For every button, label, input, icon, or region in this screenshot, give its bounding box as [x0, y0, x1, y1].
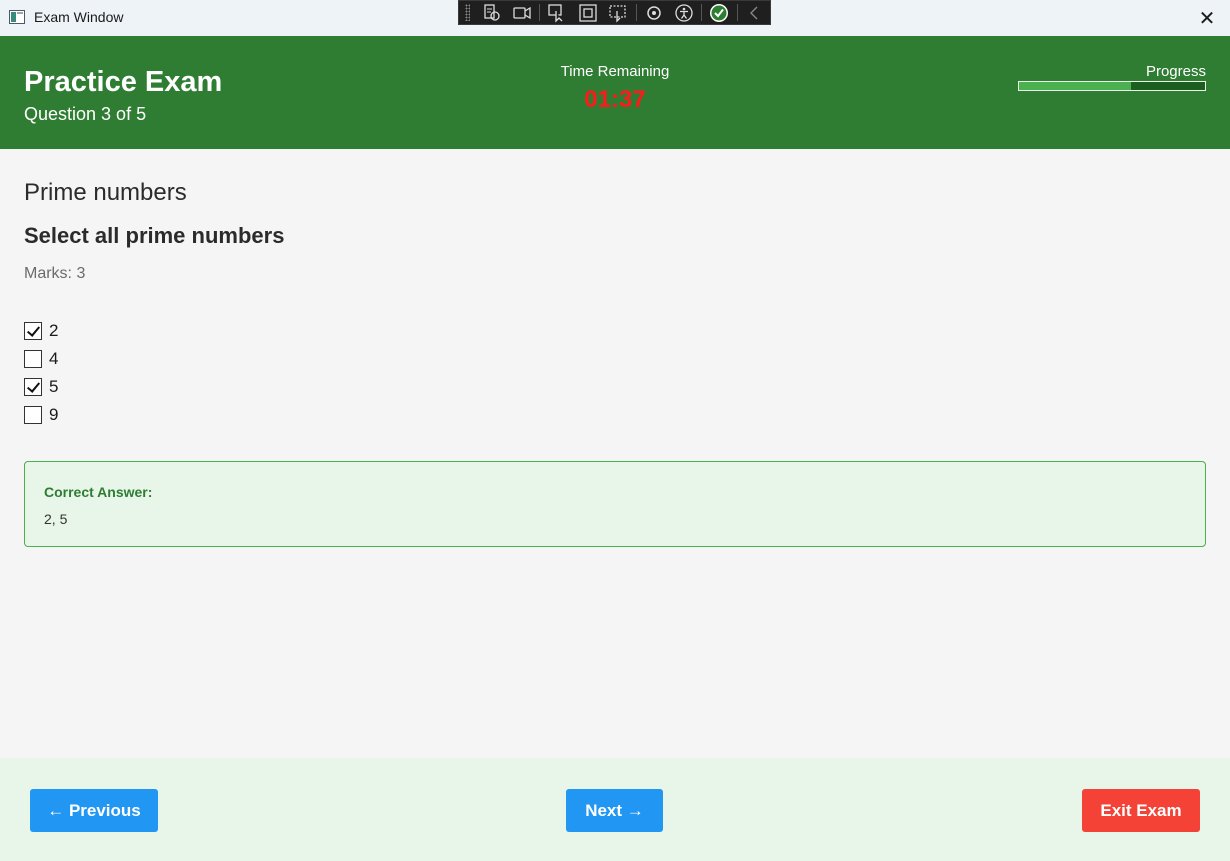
option-checkbox[interactable]: 5 [24, 373, 58, 401]
question-panel: Prime numbers Select all prime numbers M… [0, 149, 1230, 758]
frame-select-icon[interactable] [603, 0, 633, 25]
toolbar-separator [736, 4, 738, 21]
app-icon [9, 10, 25, 24]
progress-bar [1018, 81, 1206, 91]
checkbox[interactable] [24, 322, 42, 340]
progress-fill [1019, 82, 1131, 90]
option-checkbox[interactable]: 2 [24, 317, 58, 345]
exit-exam-button[interactable]: Exit Exam [1082, 789, 1200, 832]
option-label: 4 [49, 349, 59, 368]
debug-toolbar [458, 0, 771, 25]
option-label: 9 [49, 405, 59, 424]
option-checkbox[interactable]: 9 [24, 401, 58, 429]
timer-label: Time Remaining [560, 63, 670, 80]
toolbar-separator [539, 4, 541, 21]
question-marks: Marks: 3 [24, 265, 86, 282]
collapse-icon[interactable] [740, 0, 770, 25]
correct-answer-title: Correct Answer: [44, 484, 153, 500]
box-icon[interactable] [573, 0, 603, 25]
timer-value: 01:37 [584, 86, 646, 113]
question-counter: Question 3 of 5 [24, 104, 147, 124]
toolbar-grip-icon[interactable] [465, 4, 471, 21]
option-checkbox[interactable]: 4 [24, 345, 58, 373]
correct-answer-box: Correct Answer: 2, 5 [24, 461, 1206, 547]
toolbar-separator [701, 4, 703, 21]
answer-options: 2 4 5 9 [24, 317, 58, 429]
toolbar-separator [635, 4, 637, 21]
checkbox[interactable] [24, 378, 42, 396]
record-icon[interactable] [507, 0, 537, 25]
correct-answer-value: 2, 5 [44, 511, 68, 527]
question-text: Select all prime numbers [24, 223, 285, 248]
navigation-footer: ← Previous Next → Exit Exam [0, 758, 1230, 861]
pointer-icon[interactable] [542, 0, 572, 25]
previous-button[interactable]: ← Previous [30, 789, 158, 832]
checkbox[interactable] [24, 350, 42, 368]
window-title: Exam Window [34, 9, 124, 25]
question-title: Prime numbers [24, 179, 187, 206]
check-icon[interactable] [704, 0, 734, 25]
close-button[interactable]: ✕ [1184, 0, 1230, 36]
select-element-icon[interactable] [476, 0, 506, 25]
checkbox[interactable] [24, 406, 42, 424]
option-label: 5 [49, 377, 59, 396]
exam-title: Practice Exam [24, 66, 223, 98]
accessibility-icon[interactable] [669, 0, 699, 25]
hot-reload-icon[interactable] [638, 0, 668, 25]
progress-label: Progress [1145, 63, 1206, 80]
next-button[interactable]: Next → [566, 789, 663, 832]
exam-header: Practice Exam Question 3 of 5 Time Remai… [0, 36, 1230, 149]
option-label: 2 [49, 321, 59, 340]
